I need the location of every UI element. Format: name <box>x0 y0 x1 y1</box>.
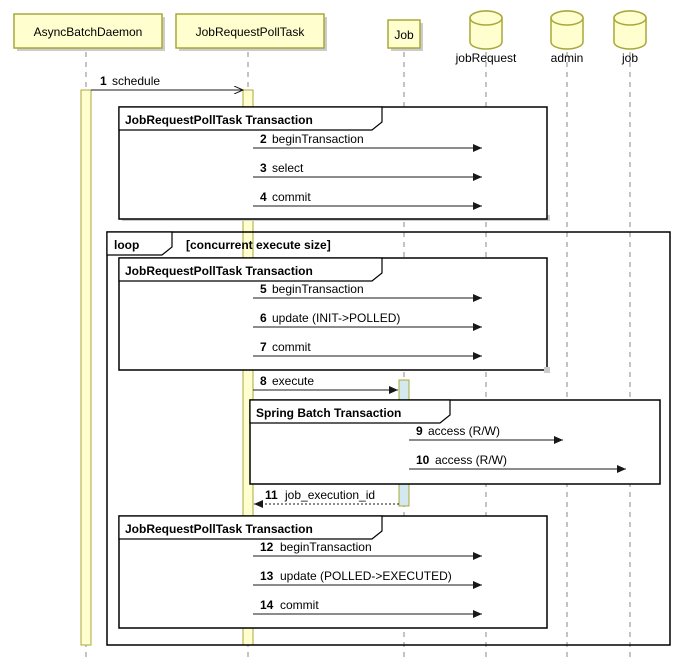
msg-num: 5 <box>260 282 267 296</box>
msg-num: 1 <box>100 74 107 88</box>
msg-num: 12 <box>260 540 274 554</box>
frame-title: Spring Batch Transaction <box>256 406 401 420</box>
loop-title: loop <box>114 238 139 252</box>
msg-text: beginTransaction <box>272 282 364 296</box>
msg-num: 9 <box>416 424 423 438</box>
loop-guard: [concurrent execute size] <box>186 238 331 252</box>
sequence-diagram: AsyncBatchDaemon JobRequestPollTask Job … <box>0 0 674 659</box>
msg-text: commit <box>280 598 319 612</box>
msg-text: beginTransaction <box>280 540 372 554</box>
database-jobrequest: jobRequest <box>455 11 517 65</box>
msg-num: 13 <box>260 569 274 583</box>
msg-num: 11 <box>265 488 278 502</box>
msg-text: access (R/W) <box>428 424 500 438</box>
msg-num: 8 <box>260 374 267 388</box>
database-job: job <box>614 11 646 65</box>
msg-num: 2 <box>260 132 267 146</box>
msg-num: 14 <box>260 598 274 612</box>
msg-text: access (R/W) <box>435 453 507 467</box>
frame-title: JobRequestPollTask Transaction <box>125 264 313 278</box>
msg-text: commit <box>272 190 311 204</box>
msg-text: beginTransaction <box>272 132 364 146</box>
msg-num: 3 <box>260 161 267 175</box>
msg-num: 10 <box>416 453 430 467</box>
msg-text: job_execution_id <box>284 488 375 502</box>
db-label: jobRequest <box>455 51 517 65</box>
frame-title: JobRequestPollTask Transaction <box>125 522 313 536</box>
msg-num: 7 <box>260 340 267 354</box>
msg-text: update (POLLED->EXECUTED) <box>280 569 452 583</box>
database-admin: admin <box>551 11 584 65</box>
msg-text: select <box>272 161 304 175</box>
msg-num: 4 <box>260 190 267 204</box>
db-label: admin <box>551 51 584 65</box>
participant-label: JobRequestPollTask <box>196 25 306 39</box>
db-label: job <box>621 51 638 65</box>
activation-asyncbatchdaemon <box>81 90 91 645</box>
frame-title: JobRequestPollTask Transaction <box>125 113 313 127</box>
msg-num: 6 <box>260 311 267 325</box>
msg-text: execute <box>272 374 314 388</box>
msg-text: update (INIT->POLLED) <box>272 311 400 325</box>
participant-label: AsyncBatchDaemon <box>34 25 143 39</box>
msg-text: schedule <box>112 74 160 88</box>
msg-text: commit <box>272 340 311 354</box>
participant-label: Job <box>394 28 414 42</box>
